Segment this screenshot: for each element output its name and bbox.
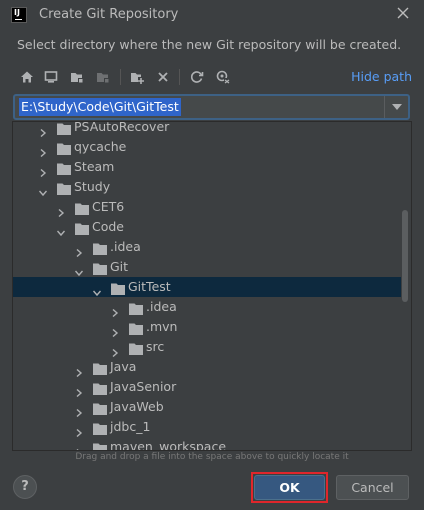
tree-row-label: src <box>146 339 165 354</box>
dialog-title: Create Git Repository <box>39 7 179 22</box>
folder-icon <box>93 261 107 275</box>
folder-icon <box>75 201 89 215</box>
tree-row[interactable]: .mvn <box>13 317 401 338</box>
chevron-right-icon[interactable] <box>111 303 119 318</box>
tree-row[interactable]: JavaWeb <box>13 397 401 418</box>
home-icon[interactable] <box>18 68 36 86</box>
folder-icon <box>93 361 107 375</box>
tree-row-label: qycache <box>74 139 127 154</box>
delete-icon[interactable] <box>154 68 172 86</box>
tree-row-label: maven_workspace <box>110 439 227 451</box>
folder-icon <box>57 122 71 135</box>
path-combobox[interactable]: E:\Study\Code\Git\GitTest <box>13 94 410 120</box>
chevron-right-icon[interactable] <box>75 423 83 438</box>
folder-icon <box>57 141 71 155</box>
tree-row[interactable]: Java <box>13 357 401 378</box>
folder-icon <box>129 321 143 335</box>
folder-icon <box>75 221 89 235</box>
tree-row-label: GitTest <box>128 279 171 294</box>
chevron-right-icon[interactable] <box>75 443 83 450</box>
directory-tree[interactable]: PSAutoRecover qycache Steam Study CET6 Code .i… <box>12 121 412 451</box>
chevron-right-icon[interactable] <box>57 203 65 218</box>
chevron-right-icon[interactable] <box>75 243 83 258</box>
folder-icon <box>111 281 125 295</box>
tree-row-label: PSAutoRecover <box>74 121 170 134</box>
tree-row-label: .idea <box>146 299 177 314</box>
folder-icon <box>93 401 107 415</box>
tree-row[interactable]: Study <box>13 177 401 197</box>
dialog-description: Select directory where the new Git repos… <box>17 37 402 52</box>
chevron-down-icon[interactable] <box>92 283 102 297</box>
cancel-button[interactable]: Cancel <box>336 475 409 500</box>
tree-scrollbar[interactable] <box>402 210 408 302</box>
chevron-right-icon[interactable] <box>75 363 83 378</box>
chevron-down-icon[interactable] <box>74 263 84 277</box>
project-folder-icon[interactable] <box>68 68 86 86</box>
tree-row-label: Java <box>110 359 137 374</box>
tree-row[interactable]: maven_workspace <box>13 437 401 451</box>
show-hidden-icon[interactable] <box>214 68 232 86</box>
ok-button[interactable]: OK <box>254 475 325 500</box>
tree-row-label: CET6 <box>92 199 125 214</box>
chevron-right-icon[interactable] <box>39 123 47 138</box>
desktop-icon[interactable] <box>42 68 60 86</box>
tree-row[interactable]: .idea <box>13 297 401 318</box>
tree-row[interactable]: Git <box>13 257 401 277</box>
folder-icon <box>57 181 71 195</box>
tree-row[interactable]: .idea <box>13 237 401 258</box>
chevron-right-icon[interactable] <box>39 143 47 158</box>
tree-row[interactable]: Code <box>13 217 401 237</box>
tree-row[interactable]: src <box>13 337 401 358</box>
module-folder-icon[interactable] <box>94 68 112 86</box>
tree-row-label: jdbc_1 <box>110 419 151 434</box>
help-button[interactable]: ? <box>13 475 37 499</box>
folder-icon <box>129 341 143 355</box>
folder-icon <box>93 381 107 395</box>
folder-icon <box>57 161 71 175</box>
folder-icon <box>93 421 107 435</box>
drag-drop-hint: Drag and drop a file into the space abov… <box>75 452 349 462</box>
tree-row[interactable]: JavaSenior <box>13 377 401 398</box>
close-icon[interactable] <box>396 4 410 25</box>
toolbar-separator <box>120 69 121 85</box>
chevron-down-icon[interactable] <box>38 183 48 197</box>
chevron-right-icon[interactable] <box>39 163 47 178</box>
chevron-right-icon[interactable] <box>75 403 83 418</box>
tree-row[interactable]: PSAutoRecover <box>13 121 401 138</box>
tree-row[interactable]: Steam <box>13 157 401 178</box>
tree-row-label: Steam <box>74 159 115 174</box>
tree-row[interactable]: GitTest <box>13 277 401 297</box>
title-bar: IJ Create Git Repository <box>0 0 424 30</box>
chevron-right-icon[interactable] <box>75 383 83 398</box>
chevron-down-icon[interactable] <box>384 96 408 118</box>
chevron-right-icon[interactable] <box>111 323 119 338</box>
hide-path-link[interactable]: Hide path <box>351 69 412 84</box>
tree-row-label: Code <box>92 219 125 234</box>
tree-row-label: JavaWeb <box>110 399 164 414</box>
tree-row[interactable]: jdbc_1 <box>13 417 401 438</box>
refresh-icon[interactable] <box>188 68 206 86</box>
tree-row-label: JavaSenior <box>110 379 177 394</box>
tree-row-label: .idea <box>110 239 141 254</box>
tree-row-label: .mvn <box>146 319 178 334</box>
path-input[interactable]: E:\Study\Code\Git\GitTest <box>19 98 181 116</box>
chevron-down-icon[interactable] <box>56 223 66 237</box>
toolbar-separator <box>179 69 180 85</box>
tree-row[interactable]: CET6 <box>13 197 401 218</box>
file-chooser-toolbar: Hide path <box>12 66 412 90</box>
intellij-app-icon: IJ <box>11 7 27 23</box>
tree-row-label: Git <box>110 259 129 274</box>
folder-icon <box>93 241 107 255</box>
app-icon-text: IJ <box>14 8 20 17</box>
folder-icon <box>93 441 107 450</box>
folder-icon <box>129 301 143 315</box>
chevron-right-icon[interactable] <box>111 343 119 358</box>
tree-row[interactable]: qycache <box>13 137 401 158</box>
new-folder-icon[interactable] <box>128 68 146 86</box>
tree-row-label: Study <box>74 179 111 194</box>
